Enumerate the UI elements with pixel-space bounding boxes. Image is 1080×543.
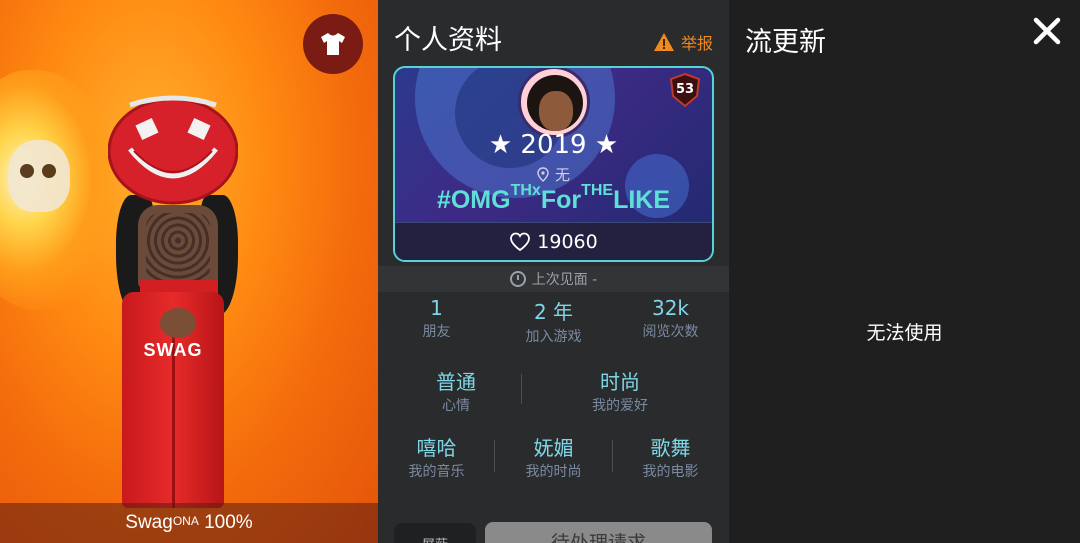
avatar-name-sup: ONA (172, 514, 199, 528)
mood-value: 普通 (436, 370, 476, 394)
feed-panel: 流更新 无法使用 (729, 0, 1080, 543)
mood: 普通 心情 (408, 366, 504, 415)
level-number: 53 (675, 82, 695, 97)
warning-icon (653, 33, 674, 51)
avatar-name-main: Swag (125, 512, 173, 533)
avatar-hat (108, 95, 238, 205)
pending-request-label: 待处理请求 (550, 532, 646, 543)
hobby: 时尚 我的爱好 (568, 366, 672, 415)
motto-part: #OMG (436, 186, 511, 214)
avatar-torso (138, 205, 218, 290)
mood-label: 心情 (442, 398, 470, 414)
avatar-name-suffix: 100% (198, 512, 253, 533)
outfit-button[interactable] (303, 14, 363, 74)
location: 无 (395, 164, 712, 185)
avatar-name-bar: Swag ONA 100% (0, 503, 378, 543)
stat-value: 2 年 (533, 300, 574, 324)
location-text: 无 (554, 166, 570, 184)
profile-title: 个人资料 (394, 25, 502, 56)
tshirt-icon (321, 33, 345, 55)
likes-bar[interactable]: 19060 (395, 222, 712, 260)
avatar[interactable] (518, 68, 590, 138)
feed-unavailable-text: 无法使用 (866, 322, 943, 344)
avatar-hands (160, 308, 196, 338)
stat-views: 32k 阅览次数 (612, 296, 729, 346)
favorite-movie: 歌舞 我的电影 (612, 432, 729, 481)
block-button[interactable]: 屏蔽 (394, 523, 476, 543)
stats-row: 1 朋友 2 年 加入游戏 32k 阅览次数 (378, 296, 729, 346)
favorite-label: 我的时尚 (525, 464, 582, 480)
stat-label: 朋友 (422, 324, 451, 340)
mood-hobby-row: 普通 心情 时尚 我的爱好 (378, 366, 729, 415)
skull-graphic (8, 140, 70, 212)
profile-name: ★ 2019 ★ (488, 130, 619, 160)
shirt-text: SWAG (143, 340, 203, 360)
stat-friends[interactable]: 1 朋友 (378, 296, 495, 346)
heart-icon (510, 232, 531, 251)
block-button-label: 屏蔽 (394, 523, 476, 543)
motto-sup: THE (581, 182, 614, 199)
last-seen: 上次见面 - (378, 266, 729, 292)
motto-sup: THx (510, 182, 541, 199)
favorite-fashion: 妩媚 我的时尚 (495, 432, 612, 481)
location-pin-icon (537, 167, 549, 182)
stat-label: 阅览次数 (642, 324, 699, 340)
favorites-row: 嘻哈 我的音乐 妩媚 我的时尚 歌舞 我的电影 (378, 432, 729, 481)
hobby-value: 时尚 (600, 370, 640, 394)
profile-card: 53 ★ 2019 ★ 无 #OMGTHxForTHELIKE 19060 (393, 66, 714, 262)
level-badge: 53 (668, 72, 702, 108)
last-seen-text: 上次见面 - (531, 272, 598, 288)
stat-label: 加入游戏 (525, 329, 582, 345)
motto-part: LIKE (613, 186, 671, 214)
clock-icon (509, 271, 526, 287)
stat-joined: 2 年 加入游戏 (495, 296, 612, 346)
profile-panel: 个人资料 举报 53 ★ 2019 ★ 无 #OMGTHxForTHELIKE … (378, 0, 729, 543)
report-button[interactable]: 举报 (653, 30, 713, 54)
stat-value: 32k (651, 296, 690, 320)
feed-title: 流更新 (745, 27, 826, 58)
report-label: 举报 (680, 34, 713, 53)
favorite-label: 我的音乐 (408, 464, 465, 480)
likes-count: 19060 (537, 230, 598, 253)
favorite-value: 嘻哈 (416, 436, 457, 460)
pending-request-button[interactable]: 待处理请求 (485, 522, 712, 543)
favorite-label: 我的电影 (642, 464, 699, 480)
hobby-label: 我的爱好 (592, 398, 648, 414)
motto: #OMGTHxForTHELIKE (395, 182, 712, 215)
motto-part: For (540, 186, 582, 214)
favorite-value: 歌舞 (650, 436, 691, 460)
favorite-music: 嘻哈 我的音乐 (378, 432, 495, 481)
divider (521, 374, 522, 404)
avatar-scene: SWAG Swag ONA 100% (0, 0, 378, 543)
stat-value: 1 (430, 296, 443, 320)
favorite-value: 妩媚 (533, 436, 574, 460)
close-icon[interactable] (1030, 14, 1064, 48)
